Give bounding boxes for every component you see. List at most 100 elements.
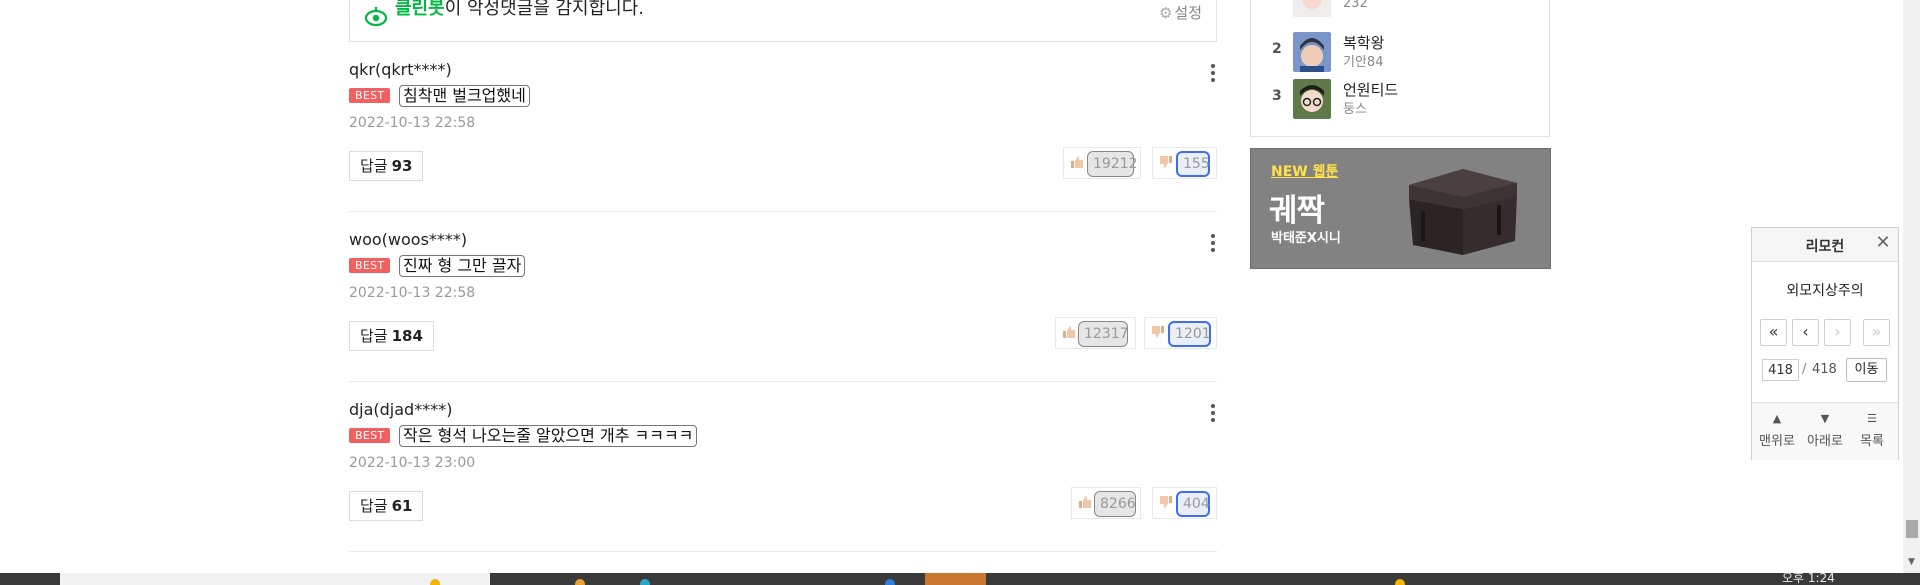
dislike-button[interactable]: 1201 (1144, 317, 1217, 349)
taskbar-app-icon[interactable] (1395, 579, 1405, 585)
double-chevron-right-icon: » (1871, 322, 1882, 341)
ranking-item[interactable]: 3 언원티드 둥스 (1251, 79, 1551, 123)
scroll-top-button[interactable]: ▲ 맨위로 (1753, 412, 1801, 449)
next-page-button[interactable]: › (1824, 319, 1851, 346)
ad-tag: NEW 웹툰 (1271, 164, 1339, 180)
cleanbot-message: 클린봇이 악성댓글을 감지합니다. (395, 0, 644, 20)
like-button[interactable]: 8266 (1071, 487, 1141, 519)
close-icon[interactable]: ✕ (1874, 234, 1892, 252)
comment-text: 침착맨 벌크업했네 (399, 85, 530, 107)
ranking-title: 복학왕 (1343, 34, 1385, 52)
like-count: 8266 (1094, 491, 1136, 517)
ranking-list: 232 2 복학왕 기안84 3 언원티드 둥스 (1250, 0, 1550, 137)
scroll-down-arrow-icon[interactable]: ▼ (1905, 556, 1918, 568)
taskbar-app-icon[interactable] (430, 579, 440, 585)
list-label: 목록 (1860, 434, 1884, 449)
reply-count: 93 (391, 157, 413, 175)
page-scrollbar[interactable]: ▼ (1903, 0, 1920, 573)
dislike-count: 155 (1176, 151, 1210, 177)
first-page-button[interactable]: « (1760, 319, 1787, 346)
dislike-count: 1201 (1168, 321, 1211, 347)
kebab-menu-icon[interactable] (1211, 234, 1215, 255)
ranking-title: 언원티드 (1343, 81, 1399, 99)
reply-count: 61 (391, 497, 413, 515)
comment-item: dja(djad****) BEST 작은 형석 나오는줄 알았으면 개추 ㅋㅋ… (349, 382, 1217, 552)
taskbar-active-window[interactable] (60, 573, 490, 585)
taskbar-app-icon[interactable] (885, 579, 895, 585)
triangle-down-icon: ▼ (1820, 412, 1830, 425)
ranking-item[interactable]: 2 복학왕 기안84 (1251, 32, 1551, 76)
comment-author[interactable]: qkr(qkrt****) (349, 60, 452, 79)
chevron-right-icon: › (1834, 322, 1841, 341)
prev-page-button[interactable]: ‹ (1792, 319, 1819, 346)
best-badge: BEST (349, 88, 391, 103)
reply-button[interactable]: 답글 184 (349, 321, 434, 351)
like-count: 12317 (1078, 321, 1129, 347)
page-separator: / (1802, 362, 1807, 377)
chevron-left-icon: ‹ (1802, 322, 1809, 341)
kebab-menu-icon[interactable] (1211, 404, 1215, 425)
comment-author[interactable]: woo(woos****) (349, 230, 467, 249)
reply-button[interactable]: 답글 61 (349, 491, 424, 521)
go-button[interactable]: 이동 (1846, 358, 1887, 382)
comment-date: 2022-10-13 23:00 (349, 455, 476, 471)
cleanbot-brand[interactable]: 클린봇 (395, 0, 445, 19)
dislike-count: 404 (1176, 491, 1210, 517)
list-button[interactable]: ☰ 목록 (1848, 412, 1896, 449)
dislike-button[interactable]: 404 (1152, 487, 1217, 519)
scrollbar-thumb[interactable] (1906, 520, 1918, 538)
webtoon-thumbnail[interactable] (1293, 32, 1331, 72)
triangle-up-icon: ▲ (1772, 412, 1782, 425)
reply-label: 답글 (360, 497, 388, 515)
remote-control-panel: 리모컨 ✕ 외모지상주의 « ‹ › » / 418 이동 ▲ 맨위로 ▼ 아래… (1751, 227, 1899, 460)
cleanbot-eye-icon (365, 7, 387, 27)
gear-icon: ⚙ (1158, 4, 1173, 22)
scroll-bottom-button[interactable]: ▼ 아래로 (1801, 412, 1849, 449)
like-button[interactable]: 12317 (1055, 317, 1136, 349)
like-count: 19212 (1087, 151, 1138, 177)
cleanbot-notice: 클린봇이 악성댓글을 감지합니다. ⚙ 설정 (349, 0, 1217, 42)
thumbs-down-icon (1152, 326, 1164, 338)
scroll-bottom-label: 아래로 (1807, 434, 1843, 449)
last-page-button[interactable]: » (1863, 319, 1890, 346)
ranking-sub: 둥스 (1343, 102, 1367, 117)
taskbar-app-icon[interactable] (575, 579, 585, 585)
list-icon: ☰ (1867, 412, 1877, 425)
comment-text: 진짜 형 그만 끌자 (399, 255, 526, 277)
comment-date: 2022-10-13 22:58 (349, 115, 476, 131)
os-taskbar: 오후 1:24 (0, 573, 1920, 585)
rank-number: 2 (1272, 41, 1282, 57)
kebab-menu-icon[interactable] (1211, 64, 1215, 85)
ad-title: 궤짝 (1269, 193, 1325, 229)
ranking-sub: 232 (1343, 0, 1368, 11)
comment-date: 2022-10-13 22:58 (349, 285, 476, 301)
cleanbot-settings-button[interactable]: ⚙ 설정 (1159, 2, 1202, 23)
double-chevron-left-icon: « (1768, 322, 1779, 341)
ad-authors: 박태준X시니 (1271, 231, 1341, 246)
taskbar-app-icon[interactable] (640, 579, 650, 585)
like-button[interactable]: 19212 (1063, 147, 1141, 179)
best-badge: BEST (349, 258, 391, 273)
comment-author[interactable]: dja(djad****) (349, 400, 452, 419)
webtoon-thumbnail[interactable] (1293, 79, 1331, 119)
webtoon-ad-banner[interactable]: NEW 웹툰 궤짝 박태준X시니 (1250, 148, 1551, 269)
rank-number: 3 (1272, 88, 1282, 104)
thumbs-down-icon (1160, 496, 1172, 508)
comment-text: 작은 형석 나오는줄 알았으면 개추 ㅋㅋㅋㅋ (399, 425, 698, 447)
thumbs-up-icon (1071, 156, 1083, 168)
page-number-input[interactable] (1762, 359, 1799, 381)
comment-item: woo(woos****) BEST 진짜 형 그만 끌자 2022-10-13… (349, 212, 1217, 382)
taskbar-app-active[interactable] (925, 573, 986, 585)
ranking-item[interactable]: 232 (1251, 0, 1551, 21)
wooden-box-illustration (1409, 169, 1517, 255)
cleanbot-text: 이 악성댓글을 감지합니다. (444, 0, 645, 19)
dislike-button[interactable]: 155 (1152, 147, 1217, 179)
reply-label: 답글 (360, 157, 388, 175)
reply-button[interactable]: 답글 93 (349, 151, 424, 181)
webtoon-thumbnail[interactable] (1293, 0, 1331, 17)
thumbs-up-icon (1079, 496, 1091, 508)
page-total: 418 (1812, 362, 1837, 377)
taskbar-clock: 오후 1:24 (1782, 573, 1835, 585)
comment-item: qkr(qkrt****) BEST 침착맨 벌크업했네 2022-10-13 … (349, 42, 1217, 212)
remote-webtoon-title: 외모지상주의 (1786, 283, 1864, 299)
